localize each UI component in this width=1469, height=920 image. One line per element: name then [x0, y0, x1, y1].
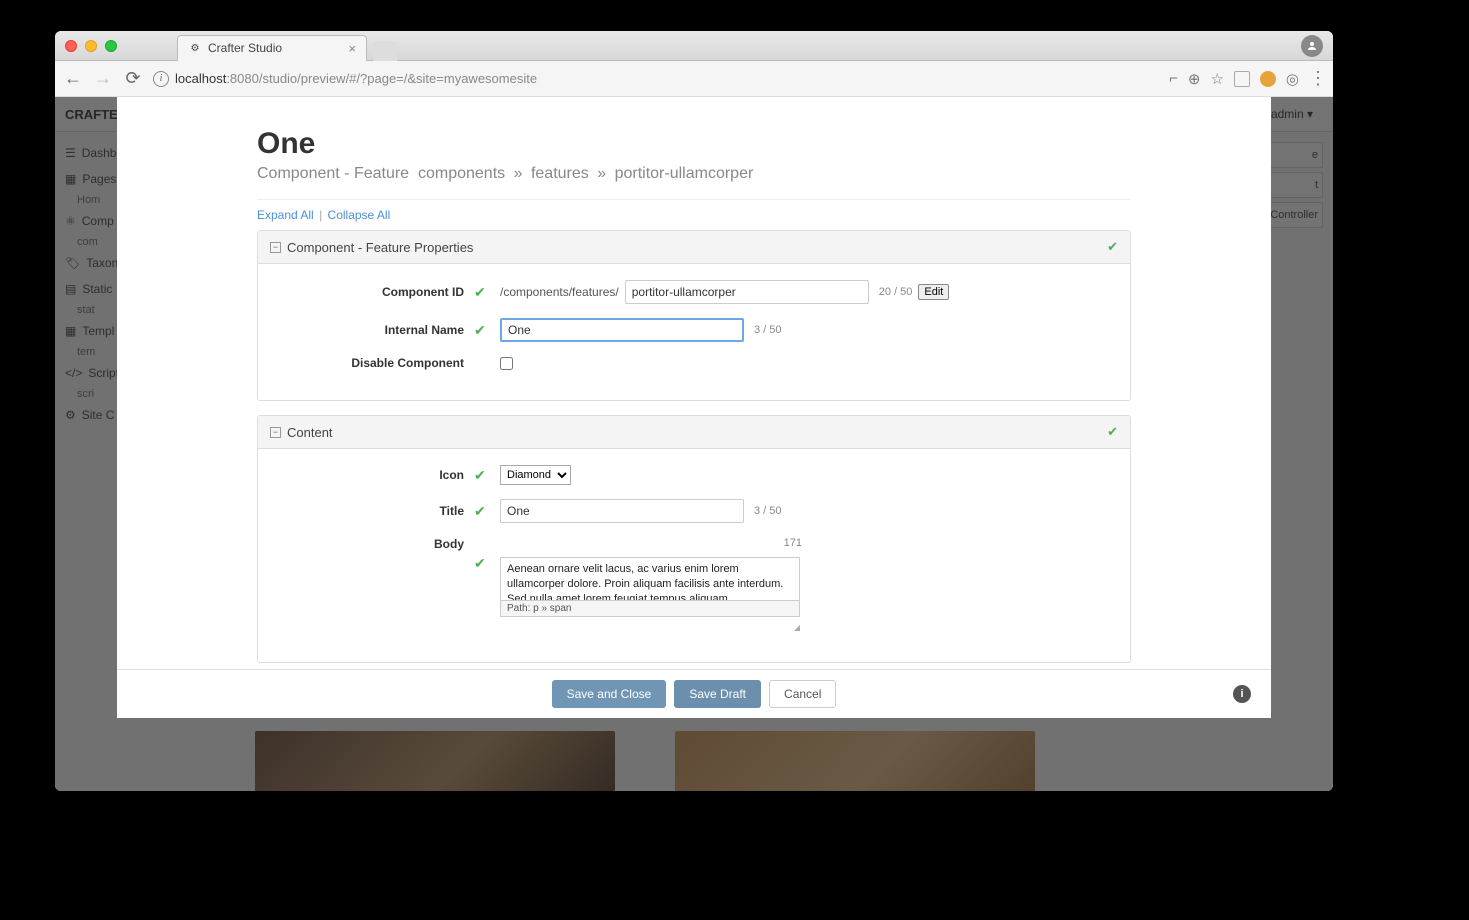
field-row-disable: Disable Component: [284, 356, 1104, 370]
save-draft-button[interactable]: Save Draft: [674, 680, 761, 708]
edit-id-button[interactable]: Edit: [918, 284, 949, 300]
window-close-button[interactable]: [65, 40, 77, 52]
field-label: Body: [284, 537, 474, 551]
title-bar: ⚙ Crafter Studio ×: [55, 31, 1333, 61]
char-counter: 20 / 50: [879, 286, 913, 298]
section-header-properties[interactable]: − Component - Feature Properties ✔: [258, 231, 1130, 264]
browser-menu-icon[interactable]: ⋮: [1309, 68, 1325, 89]
reload-button[interactable]: ⟳: [123, 68, 143, 89]
save-and-close-button[interactable]: Save and Close: [552, 680, 667, 708]
modal-body[interactable]: One Component - Feature components » fea…: [117, 97, 1271, 669]
check-icon: ✔: [474, 467, 500, 484]
tab-title: Crafter Studio: [208, 41, 282, 55]
body-char-count: 171: [500, 537, 802, 549]
disable-component-checkbox[interactable]: [500, 357, 513, 370]
char-counter: 3 / 50: [754, 324, 782, 336]
browser-window: ⚙ Crafter Studio × ← → ⟳ i localhost:808…: [55, 31, 1333, 791]
field-row-body: Body ✔ 171 Aenean ornare velit lacus, ac…: [284, 537, 1104, 632]
address-bar: ← → ⟳ i localhost:8080/studio/preview/#/…: [55, 61, 1333, 97]
breadcrumb-sep-icon: »: [597, 165, 606, 182]
check-icon: ✔: [1107, 424, 1118, 440]
back-button[interactable]: ←: [63, 68, 83, 89]
component-id-input[interactable]: [625, 280, 869, 304]
breadcrumb: Component - Feature components » feature…: [257, 165, 1131, 183]
field-label: Title: [284, 504, 474, 518]
section-body-content: Icon ✔ Diamond Title ✔: [258, 449, 1130, 662]
section-header-content[interactable]: − Content ✔: [258, 416, 1130, 449]
key-icon[interactable]: ⌐: [1169, 70, 1178, 87]
page-title: One: [257, 127, 1131, 161]
title-input[interactable]: [500, 499, 744, 523]
modal-footer: Save and Close Save Draft Cancel i: [117, 669, 1271, 718]
field-label: Disable Component: [284, 356, 474, 370]
section-title: Content: [287, 425, 333, 440]
field-row-component-id: Component ID ✔ /components/features/ 20 …: [284, 280, 1104, 304]
breadcrumb-sep-icon: »: [514, 165, 523, 182]
section-properties: − Component - Feature Properties ✔ Compo…: [257, 230, 1131, 401]
zoom-icon[interactable]: ⊕: [1188, 70, 1201, 88]
url-path: /studio/preview/#/?page=/&site=myawesome…: [259, 71, 537, 86]
breadcrumb-type: Component - Feature: [257, 165, 409, 182]
field-row-internal-name: Internal Name ✔ 3 / 50: [284, 318, 1104, 342]
url-host: localhost: [175, 71, 226, 86]
form-modal: One Component - Feature components » fea…: [117, 97, 1271, 718]
expand-all-link[interactable]: Expand All: [257, 208, 314, 222]
forward-button[interactable]: →: [93, 68, 113, 89]
collapse-all-link[interactable]: Collapse All: [328, 208, 391, 222]
site-info-icon[interactable]: i: [153, 71, 169, 87]
url-port: :8080: [226, 71, 259, 86]
extension-icon-2[interactable]: [1260, 71, 1276, 87]
extension-icon-1[interactable]: [1234, 71, 1250, 87]
body-path: Path: p » span: [501, 600, 799, 616]
expand-collapse-row: Expand All | Collapse All: [257, 199, 1131, 230]
bookmark-icon[interactable]: ☆: [1210, 70, 1223, 88]
check-icon: ✔: [474, 284, 500, 301]
address-bar-icons: ⌐ ⊕ ☆ ◎ ⋮: [1169, 68, 1325, 89]
cancel-button[interactable]: Cancel: [769, 680, 836, 708]
field-row-icon: Icon ✔ Diamond: [284, 465, 1104, 485]
body-editor: Aenean ornare velit lacus, ac varius eni…: [500, 557, 800, 617]
check-icon: ✔: [474, 322, 500, 339]
extension-icon-3[interactable]: ◎: [1286, 70, 1299, 88]
new-tab-button[interactable]: [373, 41, 397, 61]
breadcrumb-p2: features: [531, 165, 589, 182]
breadcrumb-p1: components: [418, 165, 505, 182]
path-prefix: /components/features/: [500, 285, 619, 299]
check-icon: ✔: [474, 503, 500, 520]
field-label: Component ID: [284, 285, 474, 299]
section-content: − Content ✔ Icon ✔ Diamond: [257, 415, 1131, 663]
check-icon: ✔: [1107, 239, 1118, 255]
window-minimize-button[interactable]: [85, 40, 97, 52]
section-body-properties: Component ID ✔ /components/features/ 20 …: [258, 264, 1130, 400]
traffic-lights: [65, 40, 117, 52]
internal-name-input[interactable]: [500, 318, 744, 342]
url-box[interactable]: i localhost:8080/studio/preview/#/?page=…: [153, 71, 1159, 87]
info-icon[interactable]: i: [1233, 685, 1251, 703]
browser-tab[interactable]: ⚙ Crafter Studio ×: [177, 35, 367, 61]
check-icon: ✔: [474, 537, 500, 572]
field-row-title: Title ✔ 3 / 50: [284, 499, 1104, 523]
field-label: Internal Name: [284, 323, 474, 337]
field-label: Icon: [284, 468, 474, 482]
breadcrumb-p3: portitor-ullamcorper: [615, 165, 754, 182]
resize-handle-icon[interactable]: ◢: [500, 623, 802, 632]
body-textarea[interactable]: Aenean ornare velit lacus, ac varius eni…: [501, 558, 799, 600]
window-zoom-button[interactable]: [105, 40, 117, 52]
tab-close-icon[interactable]: ×: [348, 41, 356, 56]
collapse-icon[interactable]: −: [270, 242, 281, 253]
char-counter: 3 / 50: [754, 505, 782, 517]
profile-icon[interactable]: [1301, 35, 1323, 57]
tab-favicon: ⚙: [188, 41, 202, 55]
icon-select[interactable]: Diamond: [500, 465, 571, 485]
tab-strip: ⚙ Crafter Studio ×: [177, 31, 397, 61]
section-title: Component - Feature Properties: [287, 240, 473, 255]
collapse-icon[interactable]: −: [270, 427, 281, 438]
divider: |: [319, 208, 322, 222]
